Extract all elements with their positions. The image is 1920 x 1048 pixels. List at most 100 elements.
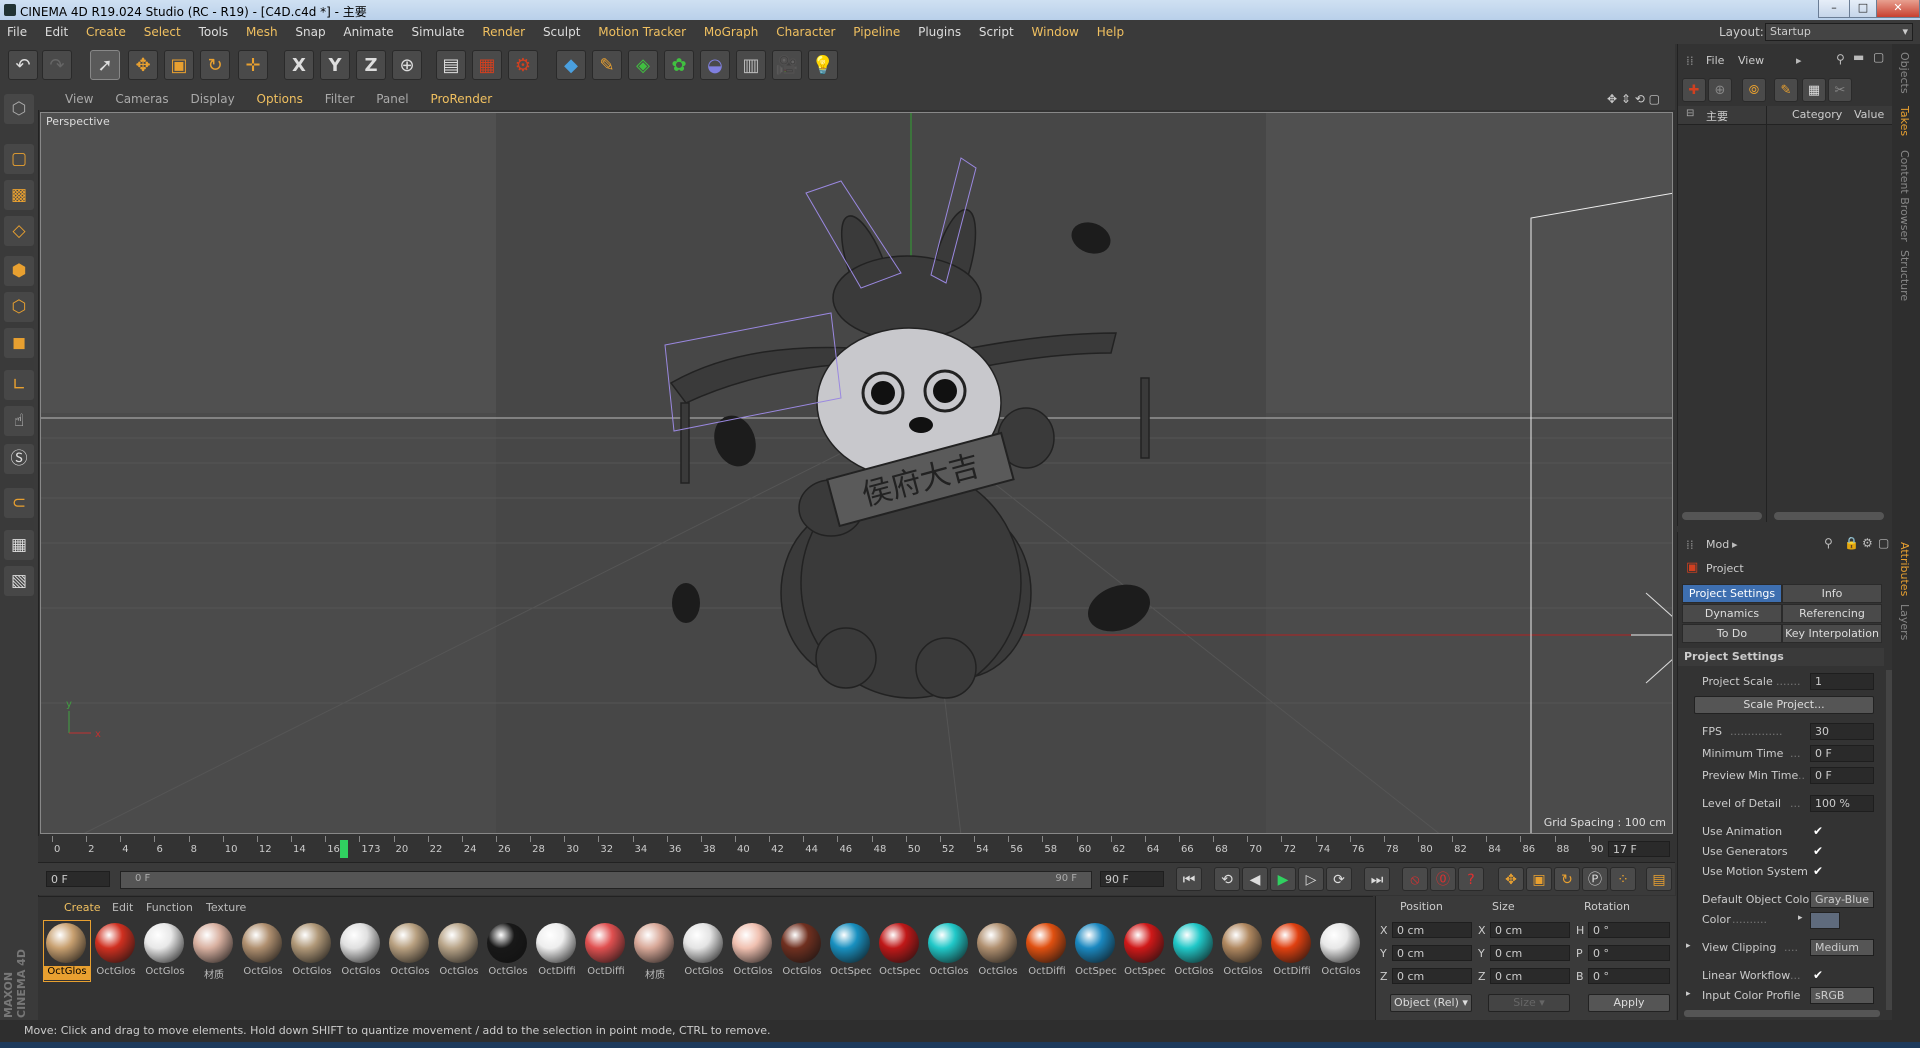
use-motion-checkbox[interactable]: ✔: [1813, 864, 1823, 878]
play-icon[interactable]: ▶: [1270, 867, 1296, 891]
scale-project-button[interactable]: Scale Project...: [1694, 696, 1874, 714]
minimize-button[interactable]: –: [1818, 0, 1850, 18]
texture-mode-icon[interactable]: ▩: [4, 180, 34, 210]
material-item[interactable]: OctGlos: [43, 920, 91, 982]
attr-lock-icon[interactable]: 🔒: [1844, 536, 1859, 550]
recent-tool-icon[interactable]: ✛: [238, 50, 268, 80]
position-z-field[interactable]: 0 cm: [1392, 968, 1472, 984]
material-item[interactable]: OctDiffi: [534, 921, 580, 981]
vp-menu-view[interactable]: View: [56, 88, 102, 110]
scale-tool-icon[interactable]: ▣: [164, 50, 194, 80]
timeline-ruler[interactable]: 0 2 4 6 8 10 12 14 16 173 20 22 24 26 28 30 32 34 36 38 40 42…: [38, 836, 1675, 862]
close-button[interactable]: ✕: [1876, 0, 1920, 18]
menu-select[interactable]: Select: [137, 20, 188, 44]
menu-help[interactable]: Help: [1090, 20, 1131, 44]
search-icon[interactable]: ⚲: [1836, 52, 1845, 66]
edges-mode-icon[interactable]: ⬡: [4, 292, 34, 322]
menu-simulate[interactable]: Simulate: [405, 20, 472, 44]
floor-icon[interactable]: ▥: [736, 50, 766, 80]
vp-menu-prorender[interactable]: ProRender: [421, 88, 501, 110]
material-item[interactable]: OctSpec: [1122, 921, 1168, 981]
side-tab-takes[interactable]: Takes: [1898, 106, 1911, 136]
model-mode-icon[interactable]: ▢: [4, 144, 34, 174]
position-x-field[interactable]: 0 cm: [1392, 922, 1472, 938]
cube-icon[interactable]: ◆: [556, 50, 586, 80]
panel-close-icon[interactable]: ▢: [1873, 50, 1884, 64]
view-clipping-expand-icon[interactable]: ▸: [1686, 941, 1691, 951]
redo-icon[interactable]: ↷: [42, 50, 72, 80]
side-tab-attributes[interactable]: Attributes: [1898, 542, 1911, 596]
enable-axis-icon[interactable]: ∟: [4, 370, 34, 400]
attr-mode-chevron-icon[interactable]: ▸: [1732, 538, 1738, 551]
use-generators-checkbox[interactable]: ✔: [1813, 844, 1823, 858]
camera-icon[interactable]: 🎥: [772, 50, 802, 80]
material-item[interactable]: 材质: [632, 921, 678, 981]
deformer-icon[interactable]: ◒: [700, 50, 730, 80]
move-tool-icon[interactable]: ✥: [128, 50, 158, 80]
vp-menu-filter[interactable]: Filter: [316, 88, 364, 110]
menu-sculpt[interactable]: Sculpt: [536, 20, 587, 44]
attr-search-icon[interactable]: ⚲: [1824, 536, 1833, 550]
size-y-field[interactable]: 0 cm: [1490, 945, 1570, 961]
material-item[interactable]: OctGlos: [681, 921, 727, 981]
material-item[interactable]: OctDiffi: [1024, 921, 1070, 981]
view-clipping-dropdown[interactable]: Medium: [1810, 939, 1874, 956]
material-item[interactable]: OctGlos: [779, 921, 825, 981]
goto-start-icon[interactable]: ⏮: [1176, 867, 1202, 891]
material-item[interactable]: OctGlos: [1171, 921, 1217, 981]
frame-range-slider[interactable]: 0 F 90 F: [120, 871, 1092, 889]
color-swatch[interactable]: [1810, 912, 1840, 929]
menu-plugins[interactable]: Plugins: [911, 20, 968, 44]
tab-key-interpolation[interactable]: Key Interpolation: [1782, 624, 1882, 643]
perspective-viewport[interactable]: 侯府大吉 Perspective y x Grid Spacing : 100 …: [40, 112, 1673, 834]
material-item[interactable]: OctGlos: [289, 921, 335, 981]
material-item[interactable]: OctSpec: [828, 921, 874, 981]
attr-new-panel-icon[interactable]: ▢: [1878, 536, 1889, 550]
tab-dynamics[interactable]: Dynamics: [1682, 604, 1782, 623]
rotation-b-field[interactable]: 0 °: [1588, 968, 1670, 984]
material-item[interactable]: 材质: [191, 921, 237, 981]
side-tab-layers[interactable]: Layers: [1898, 604, 1911, 640]
solo-icon[interactable]: Ⓢ: [4, 444, 34, 474]
key-param-icon[interactable]: Ⓟ: [1582, 867, 1608, 891]
key-position-icon[interactable]: ✥: [1498, 867, 1524, 891]
take-clone-icon[interactable]: ⊕: [1708, 78, 1732, 102]
autokey-icon[interactable]: ⓪: [1430, 867, 1456, 891]
vp-menu-display[interactable]: Display: [181, 88, 243, 110]
tab-referencing[interactable]: Referencing: [1782, 604, 1882, 623]
menu-edit[interactable]: Edit: [38, 20, 75, 44]
size-mode-dropdown[interactable]: Size ▾: [1488, 994, 1570, 1012]
side-tab-structure[interactable]: Structure: [1898, 250, 1911, 301]
rotation-p-field[interactable]: 0 °: [1588, 945, 1670, 961]
menu-mesh[interactable]: Mesh: [239, 20, 285, 44]
live-selection-icon[interactable]: ➚: [90, 50, 120, 80]
material-item[interactable]: OctGlos: [387, 921, 433, 981]
horizontal-scrollbar-right[interactable]: [1774, 512, 1884, 520]
playhead[interactable]: [340, 840, 348, 858]
material-item[interactable]: OctGlos: [436, 921, 482, 981]
step-back-icon[interactable]: ◀: [1242, 867, 1268, 891]
obj-menu-more-icon[interactable]: ▸: [1796, 54, 1802, 67]
tab-to-do[interactable]: To Do: [1682, 624, 1782, 643]
menu-pipeline[interactable]: Pipeline: [846, 20, 907, 44]
preview-min-field[interactable]: 0 F: [1810, 767, 1874, 784]
workplane-mode-icon[interactable]: ◇: [4, 216, 34, 246]
take-override-icon[interactable]: ⦾: [1742, 78, 1766, 102]
menu-create[interactable]: Create: [79, 20, 133, 44]
panel-menu-icon[interactable]: ▬: [1853, 50, 1864, 64]
material-item[interactable]: OctSpec: [1073, 921, 1119, 981]
tab-info[interactable]: Info: [1782, 584, 1882, 603]
subdivision-surface-icon[interactable]: ◈: [628, 50, 658, 80]
material-item[interactable]: OctGlos: [1318, 921, 1364, 981]
menu-tools[interactable]: Tools: [192, 20, 236, 44]
locked-workplane-icon[interactable]: ▦: [4, 530, 34, 560]
menu-motion-tracker[interactable]: Motion Tracker: [591, 20, 693, 44]
horizontal-scrollbar-left[interactable]: [1682, 512, 1762, 520]
record-keys-icon[interactable]: ⦸: [1402, 867, 1428, 891]
fps-field[interactable]: 30: [1810, 723, 1874, 740]
material-item[interactable]: OctGlos: [240, 921, 286, 981]
input-profile-expand-icon[interactable]: ▸: [1686, 989, 1691, 999]
material-item[interactable]: OctDiffi: [583, 921, 629, 981]
light-icon[interactable]: 💡: [808, 50, 838, 80]
take-render-icon[interactable]: ▦: [1802, 78, 1826, 102]
